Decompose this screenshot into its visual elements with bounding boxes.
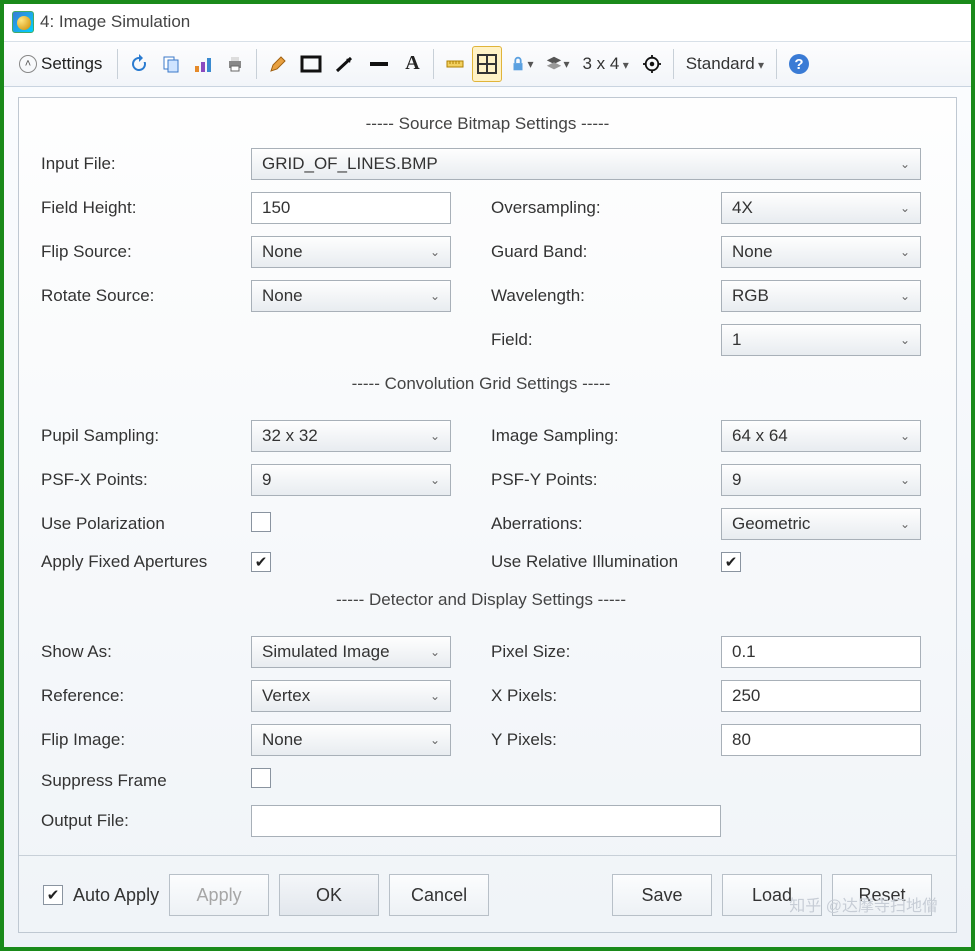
- reference-select[interactable]: Vertex⌄: [251, 680, 451, 712]
- line-tool-icon[interactable]: [363, 46, 395, 82]
- copy-icon[interactable]: [156, 46, 186, 82]
- label-oversampling: Oversampling:: [491, 198, 721, 218]
- guard-band-select[interactable]: None⌄: [721, 236, 921, 268]
- use-relative-illum-checkbox[interactable]: ✔: [721, 552, 741, 572]
- settings-panel: ----- Source Bitmap Settings ----- Input…: [18, 97, 957, 933]
- label-flip-image: Flip Image:: [41, 730, 251, 750]
- label-pupil-sampling: Pupil Sampling:: [41, 426, 251, 446]
- output-file-input[interactable]: [251, 805, 721, 837]
- aberrations-select[interactable]: Geometric⌄: [721, 508, 921, 540]
- label-rotate-source: Rotate Source:: [41, 286, 251, 306]
- settings-toggle[interactable]: ˄ Settings: [10, 46, 111, 82]
- pencil-icon[interactable]: [263, 46, 293, 82]
- rectangle-tool-icon[interactable]: [295, 46, 327, 82]
- apply-fixed-apertures-checkbox[interactable]: ✔: [251, 552, 271, 572]
- flip-image-select[interactable]: None⌄: [251, 724, 451, 756]
- settings-label: Settings: [41, 54, 102, 74]
- label-show-as: Show As:: [41, 642, 251, 662]
- input-file-select[interactable]: GRID_OF_LINES.BMP⌄: [251, 148, 921, 180]
- label-x-pixels: X Pixels:: [491, 686, 721, 706]
- label-auto-apply: Auto Apply: [73, 885, 159, 906]
- label-guard-band: Guard Band:: [491, 242, 721, 262]
- show-as-select[interactable]: Simulated Image⌄: [251, 636, 451, 668]
- label-suppress-frame: Suppress Frame: [41, 771, 251, 791]
- ruler-icon[interactable]: [440, 46, 470, 82]
- field-select[interactable]: 1⌄: [721, 324, 921, 356]
- label-flip-source: Flip Source:: [41, 242, 251, 262]
- lock-dropdown-icon[interactable]: [504, 46, 538, 82]
- suppress-frame-checkbox[interactable]: [251, 768, 271, 788]
- pixel-size-input[interactable]: 0.1: [721, 636, 921, 668]
- standard-dropdown[interactable]: Standard: [680, 54, 770, 74]
- help-icon[interactable]: ?: [783, 46, 815, 82]
- label-output-file: Output File:: [41, 811, 251, 831]
- layers-dropdown-icon[interactable]: [540, 46, 574, 82]
- section-detector: ----- Detector and Display Settings ----…: [41, 584, 921, 624]
- x-pixels-input[interactable]: 250: [721, 680, 921, 712]
- arrow-tool-icon[interactable]: [329, 46, 361, 82]
- label-psfx: PSF-X Points:: [41, 470, 251, 490]
- refresh-icon[interactable]: [124, 46, 154, 82]
- auto-apply-checkbox[interactable]: ✔: [43, 885, 63, 905]
- field-height-input[interactable]: 150: [251, 192, 451, 224]
- image-sampling-select[interactable]: 64 x 64⌄: [721, 420, 921, 452]
- section-conv: ----- Convolution Grid Settings -----: [41, 368, 921, 408]
- flip-source-select[interactable]: None⌄: [251, 236, 451, 268]
- chevron-up-icon: ˄: [19, 55, 37, 73]
- chart-icon[interactable]: [188, 46, 218, 82]
- reset-button[interactable]: Reset: [832, 874, 932, 916]
- label-aberrations: Aberrations:: [491, 514, 721, 534]
- oversampling-select[interactable]: 4X⌄: [721, 192, 921, 224]
- psfx-select[interactable]: 9⌄: [251, 464, 451, 496]
- cancel-button[interactable]: Cancel: [389, 874, 489, 916]
- rotate-source-select[interactable]: None⌄: [251, 280, 451, 312]
- load-button[interactable]: Load: [722, 874, 822, 916]
- pupil-sampling-select[interactable]: 32 x 32⌄: [251, 420, 451, 452]
- label-pixel-size: Pixel Size:: [491, 642, 721, 662]
- app-icon: [12, 11, 34, 33]
- wavelength-select[interactable]: RGB⌄: [721, 280, 921, 312]
- label-psfy: PSF-Y Points:: [491, 470, 721, 490]
- window-title: 4: Image Simulation: [40, 12, 190, 32]
- label-wavelength: Wavelength:: [491, 286, 721, 306]
- psfy-select[interactable]: 9⌄: [721, 464, 921, 496]
- grid-size-dropdown[interactable]: 3 x 4: [577, 54, 635, 74]
- text-tool-icon[interactable]: A: [397, 46, 427, 82]
- use-polarization-checkbox[interactable]: [251, 512, 271, 532]
- label-input-file: Input File:: [41, 154, 251, 174]
- label-image-sampling: Image Sampling:: [491, 426, 721, 446]
- print-icon[interactable]: [220, 46, 250, 82]
- label-field: Field:: [491, 330, 721, 350]
- y-pixels-input[interactable]: 80: [721, 724, 921, 756]
- label-use-relative-illum: Use Relative Illumination: [491, 552, 721, 572]
- label-y-pixels: Y Pixels:: [491, 730, 721, 750]
- ok-button[interactable]: OK: [279, 874, 379, 916]
- label-field-height: Field Height:: [41, 198, 251, 218]
- toolbar: ˄ Settings A: [4, 42, 971, 87]
- save-button[interactable]: Save: [612, 874, 712, 916]
- label-reference: Reference:: [41, 686, 251, 706]
- svg-text:?: ?: [794, 56, 803, 73]
- apply-button[interactable]: Apply: [169, 874, 269, 916]
- label-use-polarization: Use Polarization: [41, 514, 251, 534]
- target-icon[interactable]: [637, 46, 667, 82]
- titlebar: 4: Image Simulation: [4, 4, 971, 42]
- window-layout-icon[interactable]: [472, 46, 502, 82]
- label-apply-fixed-apertures: Apply Fixed Apertures: [41, 552, 251, 572]
- section-source: ----- Source Bitmap Settings -----: [41, 108, 934, 148]
